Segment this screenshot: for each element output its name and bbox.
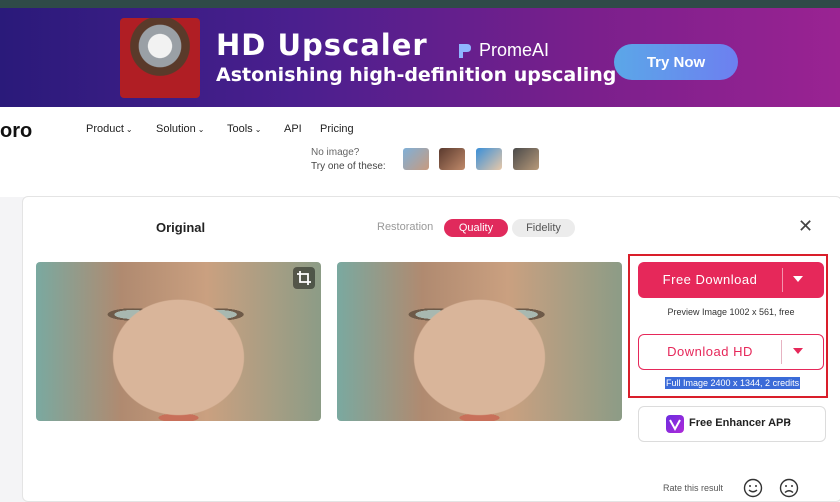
chevron-down-icon: ⌄	[254, 124, 262, 134]
free-download-label[interactable]: Free Download	[638, 262, 782, 298]
enhancer-label: Free Enhancer APP	[689, 417, 791, 429]
chevron-down-icon: ⌄	[125, 124, 133, 134]
free-enhancer-app-button[interactable]: Free Enhancer APP ›	[638, 406, 826, 442]
tab-fidelity[interactable]: Fidelity	[512, 219, 575, 237]
nav-item-label: Tools	[227, 123, 253, 135]
nav-item-api[interactable]: API	[284, 123, 302, 135]
crop-glyph	[297, 271, 311, 285]
button-divider	[781, 340, 782, 364]
nav-item-pricing[interactable]: Pricing	[320, 123, 354, 135]
caret-down-icon[interactable]	[792, 275, 804, 283]
button-divider	[782, 268, 783, 292]
nav-item-tools[interactable]: Tools ⌄	[227, 123, 261, 135]
download-hd-button[interactable]: Download HD	[638, 334, 824, 370]
rate-result-label: Rate this result	[663, 483, 724, 493]
banner-wolf-image	[120, 18, 200, 98]
smile-icon[interactable]	[743, 478, 763, 498]
free-download-button[interactable]: Free Download	[638, 262, 824, 298]
enhanced-image	[337, 262, 622, 421]
nav-item-label: API	[284, 123, 302, 135]
sample-thumbnail[interactable]	[403, 148, 429, 170]
site-logo[interactable]: oro	[0, 120, 32, 143]
nav-item-label: Solution	[156, 123, 196, 135]
banner-subtitle: Astonishing high-definition upscaling	[216, 64, 617, 86]
download-hd-label[interactable]: Download HD	[639, 335, 781, 369]
tab-quality[interactable]: Quality	[444, 219, 508, 237]
enhancer-app-icon	[666, 415, 684, 433]
full-image-info-text: Full Image 2400 x 1344, 2 credits	[665, 377, 801, 389]
promo-banner[interactable]: HD Upscaler Astonishing high-definition …	[0, 8, 840, 107]
top-strip	[0, 0, 840, 8]
brand-logo: PromeAI	[457, 40, 549, 61]
nav-item-product[interactable]: Product ⌄	[86, 123, 133, 135]
nav-item-solution[interactable]: Solution ⌄	[156, 123, 204, 135]
nav-item-label: Product	[86, 123, 124, 135]
top-navbar: oro Product ⌄ Solution ⌄ Tools ⌄ API Pricin…	[0, 107, 840, 154]
preview-info-text: Preview Image 1002 x 561, free	[667, 307, 795, 317]
nav-item-label: Pricing	[320, 123, 354, 135]
sample-thumbnail[interactable]	[513, 148, 539, 170]
try-now-button[interactable]: Try Now	[614, 44, 738, 80]
original-image	[36, 262, 321, 421]
promeai-logo-icon	[459, 43, 471, 58]
frown-icon[interactable]	[779, 478, 799, 498]
sample-thumbnail[interactable]	[439, 148, 465, 170]
restoration-label: Restoration	[377, 221, 434, 233]
sample-thumbnail[interactable]	[476, 148, 502, 170]
no-image-text: No image?	[311, 147, 360, 158]
brand-name: PromeAI	[479, 40, 550, 60]
banner-title: HD Upscaler	[216, 28, 428, 62]
chevron-right-icon: ›	[787, 416, 791, 430]
original-label: Original	[156, 220, 206, 235]
caret-down-icon[interactable]	[792, 347, 804, 355]
close-icon[interactable]: ✕	[798, 216, 813, 237]
try-one-text: Try one of these:	[311, 161, 386, 172]
crop-icon[interactable]	[293, 267, 315, 289]
chevron-down-icon: ⌄	[197, 124, 205, 134]
